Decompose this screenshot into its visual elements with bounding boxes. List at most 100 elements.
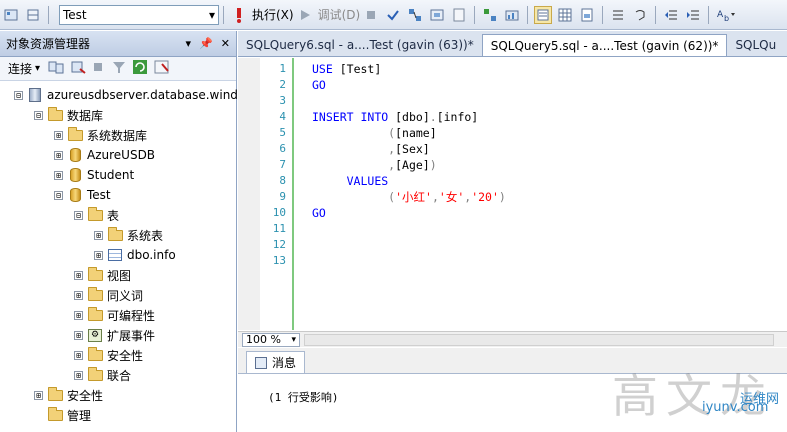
- connect-icon[interactable]: [48, 60, 64, 77]
- toolbar-separator: [527, 5, 529, 24]
- expand-icon[interactable]: ⊞: [54, 170, 63, 180]
- query-editor[interactable]: 1 2 3 4 5 6 7 8 9 10 11 12 13 USE [Test] GO INSERT INT…: [238, 58, 787, 330]
- debug-icon[interactable]: [296, 6, 314, 24]
- tree-node-label: 数据库: [67, 108, 104, 123]
- connect-button[interactable]: 连接: [8, 60, 32, 77]
- collapse-icon[interactable]: ⊟: [14, 90, 23, 100]
- chevron-down-icon[interactable]: ▾: [35, 63, 40, 74]
- code-line[interactable]: USE [Test]: [312, 61, 381, 77]
- tree-node[interactable]: ⊟ 表: [74, 205, 119, 225]
- debug-button[interactable]: 调试(D): [318, 6, 361, 23]
- stop-icon[interactable]: [92, 61, 104, 76]
- results-to-grid-icon[interactable]: [556, 6, 574, 24]
- tree-node[interactable]: ⊟ 数据库: [34, 105, 103, 125]
- zoom-select[interactable]: 100 % ▾: [242, 332, 300, 347]
- filter-icon[interactable]: [112, 60, 126, 77]
- execute-icon[interactable]: [230, 6, 248, 24]
- cancel-query-icon[interactable]: [362, 6, 380, 24]
- disconnect-icon[interactable]: [70, 60, 86, 77]
- collapse-icon[interactable]: ⊟: [54, 190, 63, 200]
- tree-node[interactable]: ⊞ ⚙ 扩展事件: [74, 325, 155, 345]
- tree-node[interactable]: ⊞ 可编程性: [74, 305, 155, 325]
- code-line[interactable]: GO: [312, 205, 326, 221]
- tree-node-label: Test: [87, 188, 111, 202]
- tree-node[interactable]: ⊞ 视图: [74, 265, 131, 285]
- expand-icon[interactable]: ⊞: [74, 290, 83, 300]
- code-line[interactable]: ,[Age]): [312, 157, 437, 173]
- tree-node[interactable]: ⊞ 安全性: [74, 345, 143, 365]
- tree-node[interactable]: ⊞ dbo.info: [94, 245, 176, 265]
- comment-out-icon[interactable]: [609, 6, 627, 24]
- code-line[interactable]: ([name]: [312, 125, 436, 141]
- code-line[interactable]: ('小红','女','20'): [312, 189, 506, 205]
- parse-checkmark-icon[interactable]: [384, 6, 402, 24]
- folder-icon: [47, 406, 63, 422]
- tab-sqlquery5[interactable]: SQLQuery5.sql - a....Test (gavin (62))*: [481, 34, 728, 56]
- line-number: 1: [279, 62, 286, 75]
- tree-node[interactable]: ⊟ azureusdbserver.database.wind: [14, 85, 238, 105]
- specify-values-icon[interactable]: Ab: [715, 6, 737, 24]
- close-icon[interactable]: ✕: [221, 37, 230, 50]
- expand-icon[interactable]: ⊞: [34, 390, 43, 400]
- estimated-plan-icon[interactable]: [406, 6, 424, 24]
- tab-sqlquery-overflow[interactable]: SQLQu: [727, 34, 784, 56]
- results-to-file-icon[interactable]: [578, 6, 596, 24]
- tree-node-label: AzureUSDB: [87, 148, 156, 162]
- include-actual-plan-icon[interactable]: [481, 6, 499, 24]
- panel-controls: ▾ 📌 ✕: [186, 37, 230, 50]
- expand-icon[interactable]: ⊞: [94, 250, 103, 260]
- tree-node[interactable]: ⊟ Test: [54, 185, 111, 205]
- collapse-icon[interactable]: ⊟: [74, 210, 83, 220]
- expand-icon[interactable]: ⊞: [74, 350, 83, 360]
- dropdown-arrow-icon[interactable]: ▾: [186, 37, 192, 50]
- tree-node[interactable]: ⊞ 安全性: [34, 385, 103, 405]
- tab-sqlquery6[interactable]: SQLQuery6.sql - a....Test (gavin (63))*: [238, 34, 482, 56]
- tree-node-label: Student: [87, 168, 135, 182]
- increase-indent-icon[interactable]: [684, 6, 702, 24]
- expand-icon[interactable]: ⊞: [74, 310, 83, 320]
- horizontal-scrollbar[interactable]: [304, 333, 774, 346]
- decrease-indent-icon[interactable]: [662, 6, 680, 24]
- tree-node[interactable]: 管理: [34, 405, 91, 425]
- pin-icon[interactable]: 📌: [199, 37, 213, 50]
- designer-icon[interactable]: [24, 6, 42, 24]
- tree-node[interactable]: ⊞ 系统数据库: [54, 125, 147, 145]
- expand-icon[interactable]: ⊞: [94, 230, 103, 240]
- table-icon: [107, 248, 123, 262]
- code-line[interactable]: INSERT INTO [dbo].[info]: [312, 109, 478, 125]
- database-select[interactable]: Test ▾: [59, 4, 219, 25]
- object-explorer-icon[interactable]: [2, 6, 20, 24]
- extended-events-icon: ⚙: [87, 328, 103, 342]
- line-number: 7: [279, 158, 286, 171]
- expand-icon[interactable]: ⊞: [54, 150, 63, 160]
- toolbar-separator: [223, 5, 224, 24]
- results-to-text-icon[interactable]: [534, 5, 553, 24]
- start-powershell-icon[interactable]: [154, 59, 170, 78]
- intellisense-icon[interactable]: [450, 6, 468, 24]
- expand-icon[interactable]: ⊞: [54, 130, 63, 140]
- uncomment-icon[interactable]: [631, 6, 649, 24]
- collapse-icon[interactable]: ⊟: [34, 110, 43, 120]
- tree-node[interactable]: ⊞ 同义词: [74, 285, 143, 305]
- tree-node[interactable]: ⊞ 联合: [74, 365, 131, 385]
- tree-node-label: 联合: [107, 368, 132, 383]
- client-statistics-icon[interactable]: [503, 6, 521, 24]
- tree-node[interactable]: ⊞ AzureUSDB: [54, 145, 155, 165]
- query-options-icon[interactable]: [428, 6, 446, 24]
- tree-node[interactable]: ⊞ 系统表: [94, 225, 163, 245]
- code-area[interactable]: USE [Test] GO INSERT INTO [dbo].[info] ([n…: [298, 58, 778, 330]
- tab-messages[interactable]: 消息: [246, 351, 306, 373]
- line-number: 10: [272, 206, 286, 219]
- folder-icon: [87, 366, 103, 382]
- execute-button[interactable]: 执行(X): [252, 6, 294, 23]
- expand-icon[interactable]: ⊞: [74, 270, 83, 280]
- code-line[interactable]: VALUES: [312, 173, 389, 189]
- code-line[interactable]: GO: [312, 77, 326, 93]
- line-number: 12: [272, 238, 286, 251]
- folder-icon: [107, 226, 123, 242]
- refresh-icon[interactable]: [132, 59, 148, 78]
- code-line[interactable]: ,[Sex]: [312, 141, 430, 157]
- tree-node[interactable]: ⊞ Student: [54, 165, 134, 185]
- expand-icon[interactable]: ⊞: [74, 330, 83, 340]
- expand-icon[interactable]: ⊞: [74, 370, 83, 380]
